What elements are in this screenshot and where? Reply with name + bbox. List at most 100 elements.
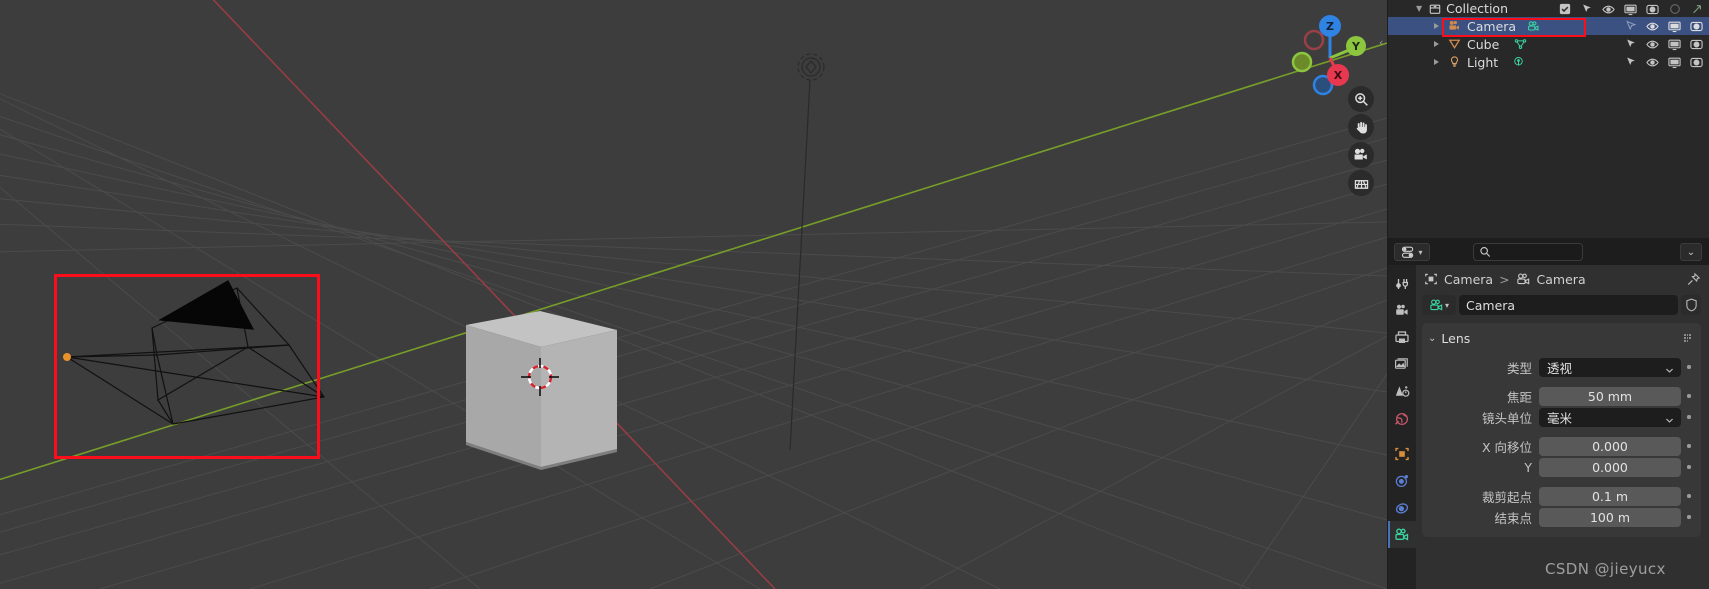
checkbox-checked-icon[interactable] [1558, 3, 1571, 16]
chevron-down-icon [1665, 363, 1674, 378]
monitor-icon[interactable] [1624, 3, 1637, 16]
properties-tab-column[interactable] [1388, 265, 1416, 589]
focal-length-animate-dot[interactable] [1681, 394, 1697, 398]
properties-editor-icon[interactable]: ▾ [1394, 243, 1430, 261]
pin-icon[interactable] [1686, 272, 1701, 287]
camera-render-icon[interactable] [1690, 20, 1703, 33]
shift-y-value: 0.000 [1592, 459, 1628, 475]
lens-unit-animate-dot[interactable] [1681, 415, 1697, 419]
cursor-select-icon[interactable] [1580, 3, 1593, 16]
zoom-icon[interactable] [1348, 86, 1374, 112]
expand-triangle-icon[interactable] [1434, 23, 1439, 29]
outliner-item-camera[interactable]: Camera [1388, 17, 1709, 35]
world-tab[interactable] [1388, 405, 1416, 432]
constraints-tab[interactable] [1388, 494, 1416, 521]
clip-start-label: 裁剪起点 [1481, 489, 1532, 505]
eye-icon[interactable] [1646, 20, 1659, 33]
clip-end-value: 100 m [1589, 509, 1630, 525]
monitor-icon[interactable] [1668, 56, 1681, 69]
clip-start-field[interactable]: 0.1 m [1539, 486, 1681, 506]
properties-editor[interactable]: ▾ ⌄ Camera > Camera ▾ Camera ⌄ Lens 类型 透… [1388, 239, 1709, 589]
camera-render-icon[interactable] [1690, 56, 1703, 69]
object-tab[interactable] [1388, 440, 1416, 467]
chevron-down-icon[interactable]: ▼ [1416, 4, 1422, 13]
cursor-select-icon[interactable] [1624, 56, 1637, 69]
outliner-camera-label: Camera [1467, 18, 1517, 34]
chevron-down-icon: ▾ [1418, 247, 1423, 257]
collection-icon [1428, 2, 1441, 15]
clip-start-animate-dot[interactable] [1681, 494, 1697, 498]
search-icon [1480, 246, 1491, 257]
ortho-grid-icon[interactable] [1348, 170, 1374, 196]
lens-type-animate-dot[interactable] [1681, 365, 1697, 369]
camera-data-icon [1527, 20, 1540, 33]
outliner-editor[interactable]: ▼ Collection Camera Cube Light [1388, 0, 1709, 238]
datablock-name-field[interactable]: Camera [1459, 295, 1678, 315]
eye-icon[interactable] [1646, 56, 1659, 69]
lens-panel-title: Lens [1441, 330, 1471, 346]
3d-viewport[interactable]: Z Y X ‹ [0, 0, 1387, 589]
outliner-light-icons [1624, 53, 1703, 71]
clip-end-field[interactable]: 100 m [1539, 507, 1681, 527]
shift-y-animate-dot[interactable] [1681, 465, 1697, 469]
modifiers-tab[interactable] [1388, 467, 1416, 494]
cursor-select-icon[interactable] [1624, 38, 1637, 51]
lens-panel-header[interactable]: ⌄ Lens [1422, 328, 1701, 348]
focal-length-value: 50 mm [1587, 388, 1633, 404]
breadcrumb-object-label[interactable]: Camera [1444, 272, 1493, 287]
svg-text:X: X [1334, 69, 1343, 82]
outliner-collection-row[interactable]: ▼ Collection [1388, 0, 1709, 17]
fake-user-shield-icon[interactable] [1681, 295, 1701, 315]
outliner-item-light[interactable]: Light [1388, 53, 1709, 71]
tool-tab[interactable] [1388, 270, 1416, 297]
focal-length-label: 焦距 [1506, 389, 1532, 405]
camera-view-icon[interactable] [1348, 142, 1374, 168]
clip-end-row: 结束点 100 m [1422, 507, 1701, 527]
chevron-down-icon[interactable]: ⌄ [1680, 243, 1702, 261]
circle-icon[interactable] [1668, 3, 1681, 16]
render-tab[interactable] [1388, 297, 1416, 324]
collection-label: Collection [1446, 1, 1508, 16]
breadcrumb-data-label[interactable]: Camera [1537, 272, 1586, 287]
search-input[interactable] [1473, 243, 1583, 261]
expand-triangle-icon[interactable] [1434, 41, 1439, 47]
shift-x-row: X 向移位 0.000 [1422, 436, 1701, 456]
chevron-down-icon[interactable]: ⌄ [1428, 333, 1436, 344]
lens-unit-value: 毫米 [1547, 410, 1573, 426]
light-data-icon [1512, 56, 1525, 69]
clip-end-animate-dot[interactable] [1681, 515, 1697, 519]
expand-triangle-icon[interactable] [1434, 59, 1439, 65]
outliner-cube-label: Cube [1467, 36, 1500, 52]
light-object-icon [1448, 56, 1461, 69]
focal-length-field[interactable]: 50 mm [1539, 386, 1681, 406]
hand-pan-icon[interactable] [1348, 114, 1374, 140]
lens-unit-dropdown[interactable]: 毫米 [1539, 407, 1681, 427]
output-tab[interactable] [1388, 324, 1416, 351]
cursor-select-icon[interactable] [1624, 20, 1637, 33]
monitor-icon[interactable] [1668, 38, 1681, 51]
shift-y-field[interactable]: 0.000 [1539, 457, 1681, 477]
outliner-item-cube[interactable]: Cube [1388, 35, 1709, 53]
view-layer-tab[interactable] [1388, 351, 1416, 378]
arrow-diagonal-icon[interactable] [1690, 3, 1703, 16]
mesh-object-icon [1448, 38, 1461, 51]
eye-icon[interactable] [1602, 3, 1615, 16]
lens-type-dropdown[interactable]: 透视 [1539, 357, 1681, 378]
shift-x-animate-dot[interactable] [1681, 444, 1697, 448]
collection-header-icons [1558, 0, 1703, 18]
mesh-data-icon [1514, 38, 1527, 51]
camera-render-icon[interactable] [1690, 38, 1703, 51]
lens-panel: ⌄ Lens 类型 透视 焦距 50 mm 镜头单位 毫米 X 向移位 0.00… [1422, 323, 1701, 537]
viewport-collapse-arrow[interactable]: ‹ [1379, 36, 1383, 49]
shift-y-label: Y [1524, 459, 1532, 475]
camera-render-icon[interactable] [1646, 3, 1659, 16]
eye-icon[interactable] [1646, 38, 1659, 51]
camera-data-icon-button[interactable]: ▾ [1422, 295, 1456, 315]
monitor-icon[interactable] [1668, 20, 1681, 33]
shift-x-field[interactable]: 0.000 [1539, 436, 1681, 456]
id-datablock-row: ▾ Camera [1422, 295, 1701, 315]
outliner-light-label: Light [1467, 54, 1499, 70]
scene-tab[interactable] [1388, 378, 1416, 405]
shift-x-value: 0.000 [1592, 438, 1628, 454]
object-data-tab[interactable] [1388, 521, 1416, 548]
